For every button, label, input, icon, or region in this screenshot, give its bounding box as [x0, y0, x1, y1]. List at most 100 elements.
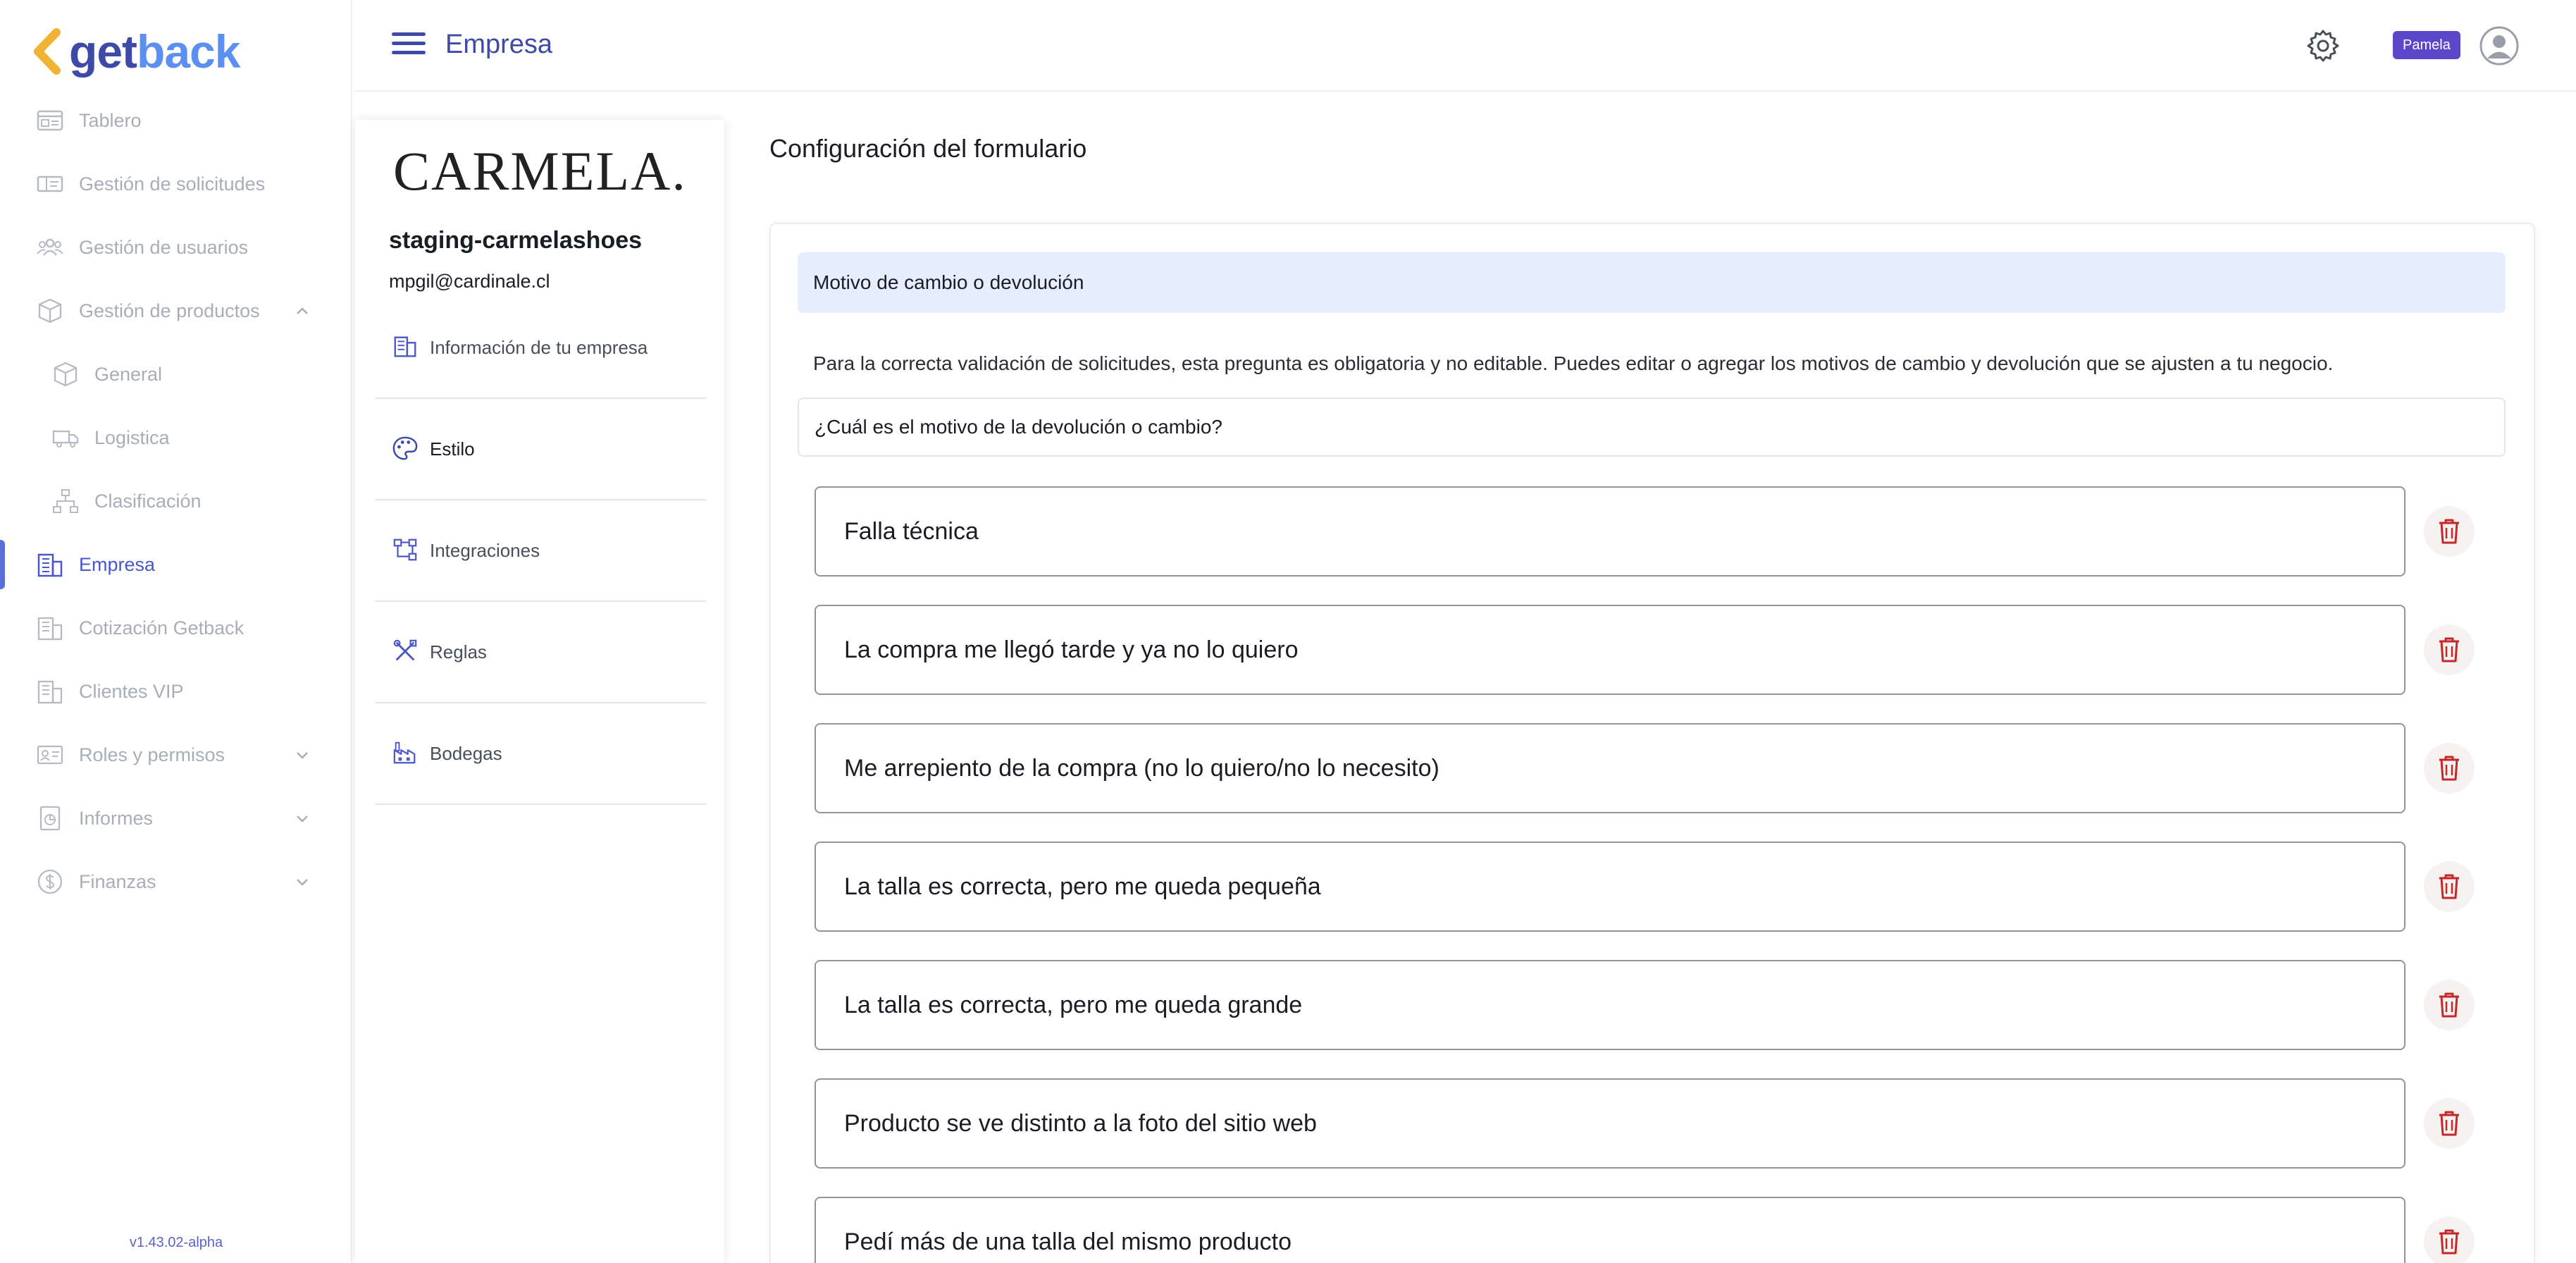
palette-icon	[392, 435, 420, 463]
sidebar: getback Tablero Gestión de solicitudes G…	[0, 0, 352, 1263]
reason-section-header[interactable]: Motivo de cambio o devolución	[798, 252, 2506, 313]
logo-wordmark: getback	[69, 28, 240, 75]
trash-icon	[2439, 874, 2459, 899]
sidebar-item-cotizacion[interactable]: Cotización Getback	[0, 603, 352, 653]
menu-toggle-icon[interactable]	[392, 32, 426, 59]
company-logo: CARMELA.	[393, 140, 687, 202]
company-menu-label: Reglas	[430, 641, 487, 663]
sidebar-item-label: Roles y permisos	[79, 744, 225, 765]
user-name-badge[interactable]: Pamela	[2393, 31, 2460, 59]
report-icon	[35, 803, 65, 833]
dollar-icon	[35, 867, 65, 897]
tools-icon	[392, 638, 420, 666]
company-settings-menu: Información de tu empresa Estilo Integra…	[375, 297, 706, 805]
reason-help-text: Para la correcta validación de solicitud…	[813, 352, 2334, 374]
building-icon	[392, 333, 420, 362]
sidebar-item-label: Clientes VIP	[79, 680, 184, 702]
app-version: v1.43.02-alpha	[129, 1235, 223, 1250]
logo-part-get: get	[69, 25, 137, 78]
avatar[interactable]	[2479, 25, 2520, 66]
sidebar-item-label: Empresa	[79, 553, 156, 575]
sidebar-item-informes[interactable]: Informes	[0, 794, 352, 843]
sidebar-item-empresa[interactable]: Empresa	[0, 540, 352, 589]
chevron-up-icon	[297, 307, 308, 314]
reason-input[interactable]: Producto se ve distinto a la foto del si…	[815, 1078, 2405, 1169]
sidebar-item-finanzas[interactable]: Finanzas	[0, 857, 352, 906]
trash-icon	[2439, 1229, 2459, 1255]
reason-input[interactable]: Pedí más de una talla del mismo producto	[815, 1197, 2405, 1263]
page-title: Empresa	[445, 30, 553, 59]
company-menu-integraciones[interactable]: Integraciones	[375, 500, 706, 602]
id-card-icon	[35, 740, 65, 770]
sidebar-item-solicitudes[interactable]: Gestión de solicitudes	[0, 159, 352, 209]
reason-input[interactable]: La talla es correcta, pero me queda pequ…	[815, 842, 2405, 932]
sidebar-item-label: Logistica	[94, 426, 170, 448]
company-email: mpgil@cardinale.cl	[389, 271, 550, 292]
delete-reason-button[interactable]	[2424, 1098, 2475, 1149]
company-panel: CARMELA. staging-carmelashoes mpgil@card…	[355, 120, 724, 1263]
trash-icon	[2439, 756, 2459, 781]
chevron-down-icon	[297, 752, 308, 759]
form-config-card: Motivo de cambio o devolución Para la co…	[769, 223, 2535, 1263]
trash-icon	[2439, 992, 2459, 1018]
getback-logo[interactable]: getback	[31, 27, 240, 76]
chevron-down-icon	[297, 815, 308, 823]
company-menu-informacion[interactable]: Información de tu empresa	[375, 297, 706, 399]
logo-part-back: back	[137, 25, 240, 78]
sidebar-item-usuarios[interactable]: Gestión de usuarios	[0, 223, 352, 272]
sidebar-item-label: Informes	[79, 807, 154, 829]
sidebar-item-logistica[interactable]: Logistica	[0, 413, 352, 462]
reason-input[interactable]: La talla es correcta, pero me queda gran…	[815, 960, 2405, 1050]
sidebar-item-general[interactable]: General	[0, 350, 352, 399]
dashboard-icon	[35, 106, 65, 135]
question-field: ¿Cuál es el motivo de la devolución o ca…	[798, 398, 2506, 457]
chevron-down-icon	[297, 879, 308, 886]
delete-reason-button[interactable]	[2424, 743, 2475, 794]
sidebar-item-label: Tablero	[79, 109, 142, 131]
hierarchy-icon	[51, 486, 80, 516]
company-menu-label: Bodegas	[430, 742, 502, 764]
building-icon	[35, 550, 65, 579]
sidebar-item-label: Gestión de usuarios	[79, 236, 249, 258]
company-menu-label: Estilo	[430, 438, 475, 460]
sidebar-item-clientes-vip[interactable]: Clientes VIP	[0, 667, 352, 716]
reason-input[interactable]: Me arrepiento de la compra (no lo quiero…	[815, 723, 2405, 813]
sidebar-item-tablero[interactable]: Tablero	[0, 96, 352, 145]
company-menu-bodegas[interactable]: Bodegas	[375, 703, 706, 805]
gear-icon[interactable]	[2305, 28, 2341, 63]
company-menu-label: Información de tu empresa	[430, 336, 648, 358]
trash-icon	[2439, 637, 2459, 663]
sidebar-item-roles[interactable]: Roles y permisos	[0, 730, 352, 780]
delete-reason-button[interactable]	[2424, 624, 2475, 675]
truck-icon	[51, 423, 80, 452]
trash-icon	[2439, 519, 2459, 544]
ticket-icon	[35, 169, 65, 199]
topbar: Empresa Pamela	[354, 0, 2576, 92]
cube-icon	[51, 359, 80, 389]
company-menu-estilo[interactable]: Estilo	[375, 399, 706, 500]
reason-input[interactable]: La compra me llegó tarde y ya no lo quie…	[815, 605, 2405, 695]
sidebar-item-label: Gestión de productos	[79, 300, 260, 321]
users-icon	[35, 233, 65, 262]
box-icon	[35, 296, 65, 326]
integrations-icon	[392, 536, 420, 565]
sidebar-item-label: Cotización Getback	[79, 617, 244, 639]
trash-icon	[2439, 1111, 2459, 1136]
delete-reason-button[interactable]	[2424, 980, 2475, 1030]
sidebar-item-clasificacion[interactable]: Clasificación	[0, 476, 352, 526]
company-menu-label: Integraciones	[430, 539, 540, 561]
chevron-left-icon	[34, 28, 61, 75]
delete-reason-button[interactable]	[2424, 1216, 2475, 1263]
sidebar-item-label: General	[94, 363, 163, 385]
delete-reason-button[interactable]	[2424, 861, 2475, 912]
company-name: staging-carmelashoes	[389, 227, 643, 254]
sidebar-item-productos[interactable]: Gestión de productos	[0, 286, 352, 335]
company-menu-reglas[interactable]: Reglas	[375, 602, 706, 703]
delete-reason-button[interactable]	[2424, 506, 2475, 557]
factory-icon	[392, 739, 420, 768]
building-icon	[35, 613, 65, 643]
sidebar-item-label: Clasificación	[94, 490, 202, 512]
form-config-heading: Configuración del formulario	[769, 134, 1087, 163]
sidebar-item-label: Finanzas	[79, 870, 156, 892]
reason-input[interactable]: Falla técnica	[815, 486, 2405, 577]
